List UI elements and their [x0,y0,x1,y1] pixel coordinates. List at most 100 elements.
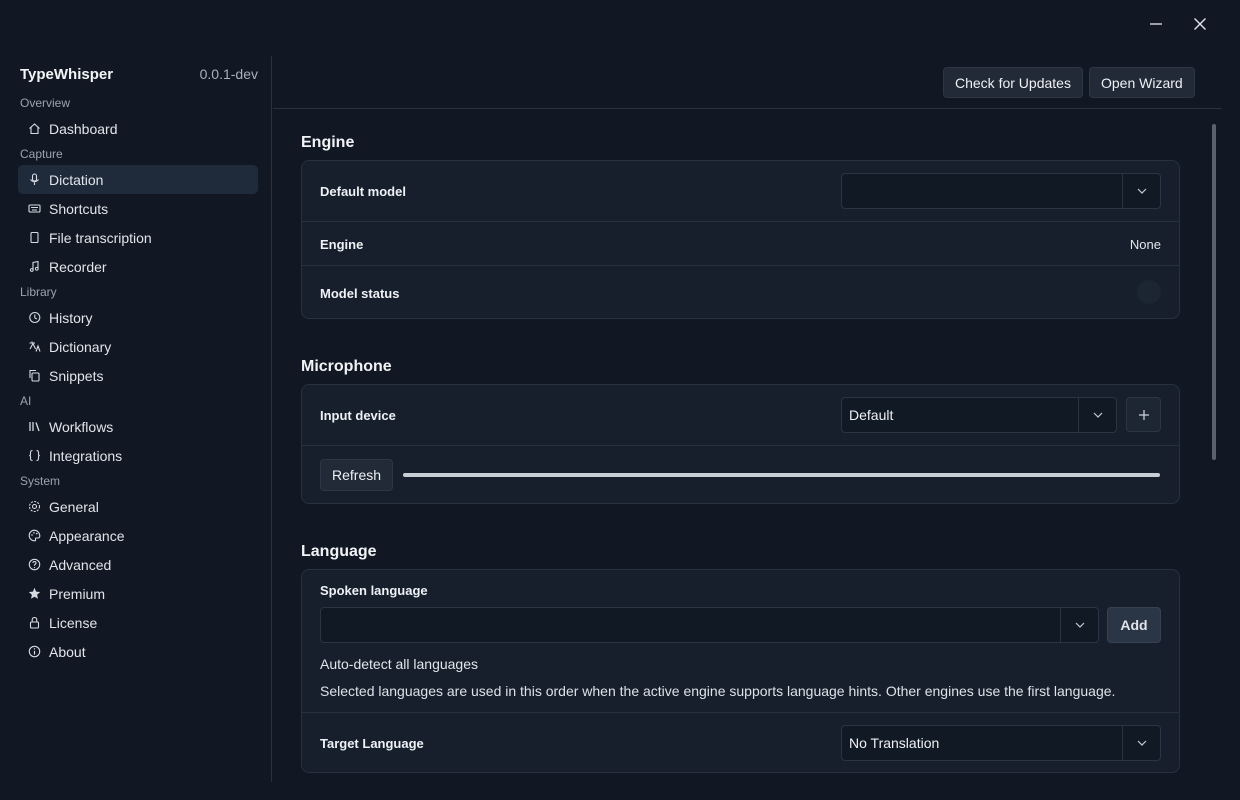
language-section-title: Language [301,543,377,560]
engine-label: Engine [320,237,364,252]
open-wizard-button[interactable]: Open Wizard [1089,67,1195,98]
sidebar-item-label: History [49,309,93,326]
sidebar-item-premium[interactable]: Premium [18,579,258,608]
copy-icon [28,369,41,382]
palette-icon [28,529,41,542]
default-model-select[interactable] [841,173,1161,209]
input-level-meter [403,473,1160,477]
spoken-language-label: Spoken language [320,583,428,598]
sidebar-item-label: Dictionary [49,338,112,355]
sidebar-item-dashboard[interactable]: Dashboard [18,114,258,143]
gear-icon [28,500,41,513]
sidebar-item-about[interactable]: About [18,637,258,666]
sidebar-item-label: Workflows [49,418,114,435]
add-device-button[interactable] [1126,397,1161,432]
sidebar-item-label: Snippets [49,367,104,384]
sidebar-item-label: Advanced [49,556,112,573]
sidebar-item-integrations[interactable]: Integrations [18,441,258,470]
translate-icon [28,340,41,353]
nav-group-capture: Capture [20,147,63,161]
sidebar-item-label: General [49,498,99,515]
braces-icon [28,449,41,462]
spoken-language-row: Spoken language Add Auto-detect all lang… [302,570,1179,712]
plus-icon [1138,409,1149,420]
input-device-select[interactable]: Default [841,397,1117,433]
sidebar-item-recorder[interactable]: Recorder [18,252,258,281]
sidebar-item-label: Premium [49,585,106,602]
brand: TypeWhisper 0.0.1-dev [20,66,258,83]
sidebar-item-dictation[interactable]: Dictation [18,165,258,194]
keyboard-icon [28,202,41,215]
sidebar: TypeWhisper 0.0.1-dev Overview Dashboard C… [0,56,272,782]
check-for-updates-button[interactable]: Check for Updates [943,67,1083,98]
sidebar-item-label: Dictation [49,171,104,188]
home-icon [28,122,41,135]
sidebar-item-label: Dashboard [49,120,118,137]
model-status-indicator [1137,280,1161,304]
lock-icon [28,616,41,629]
engine-row: Engine None [302,221,1179,265]
content-scrollbar[interactable] [1212,124,1216,460]
engine-section-title: Engine [301,134,355,151]
close-button[interactable] [1186,10,1214,38]
sidebar-item-workflows[interactable]: Workflows [18,412,258,441]
target-language-label: Target Language [320,736,424,751]
language-card: Spoken language Add Auto-detect all lang… [301,569,1180,773]
target-language-select[interactable]: No Translation [841,725,1161,761]
sidebar-item-label: Appearance [49,527,125,544]
sidebar-item-label: About [49,643,86,660]
input-device-row: Input device Default [302,385,1179,445]
microphone-section-title: Microphone [301,358,392,375]
star-icon [28,587,41,600]
refresh-row: Refresh [302,445,1179,504]
sidebar-item-history[interactable]: History [18,303,258,332]
sidebar-item-file-transcription[interactable]: File transcription [18,223,258,252]
default-model-label: Default model [320,184,406,199]
help-circle-icon [28,558,41,571]
file-icon [28,231,41,244]
default-model-row: Default model [302,161,1179,221]
refresh-button[interactable]: Refresh [320,459,394,491]
sidebar-item-label: License [49,614,98,631]
sidebar-item-appearance[interactable]: Appearance [18,521,258,550]
info-icon [28,645,41,658]
input-device-value: Default [849,407,894,423]
sidebar-item-label: File transcription [49,229,152,246]
nav-group-ai: AI [20,394,32,408]
nav-group-library: Library [20,285,57,299]
target-language-row: Target Language No Translation [302,712,1179,773]
chevron-down-icon [1122,174,1160,208]
sidebar-item-general[interactable]: General [18,492,258,521]
app-version: 0.0.1-dev [199,66,258,82]
top-bar: Check for Updates Open Wizard [273,56,1222,109]
sidebar-nav: Overview Dashboard Capture Dictation Shortcu… [18,92,258,666]
chevron-down-icon [1060,608,1098,642]
chevron-down-icon [1122,726,1160,760]
close-icon [1194,18,1206,30]
sidebar-item-snippets[interactable]: Snippets [18,361,258,390]
sidebar-item-label: Integrations [49,447,123,464]
microphone-card: Input device Default Refresh [301,384,1180,504]
model-status-row: Model status [302,265,1179,319]
sidebar-item-label: Shortcuts [49,200,109,217]
add-language-button[interactable]: Add [1107,607,1161,643]
nav-group-overview: Overview [20,96,71,110]
nav-group-system: System [20,474,61,488]
minimize-icon [1150,23,1162,25]
microphone-icon [28,173,41,186]
library-icon [28,420,41,433]
sidebar-item-label: Recorder [49,258,107,275]
model-status-label: Model status [320,286,400,301]
chevron-down-icon [1078,398,1116,432]
sidebar-item-dictionary[interactable]: Dictionary [18,332,258,361]
spoken-language-select[interactable] [320,607,1099,643]
engine-value: None [1129,237,1161,252]
app-name: TypeWhisper [20,66,114,83]
input-device-label: Input device [320,408,396,423]
sidebar-item-license[interactable]: License [18,608,258,637]
target-language-value: No Translation [849,735,940,751]
sidebar-item-shortcuts[interactable]: Shortcuts [18,194,258,223]
language-hint-text: Selected languages are used in this orde… [320,683,1116,699]
sidebar-item-advanced[interactable]: Advanced [18,550,258,579]
minimize-button[interactable] [1142,10,1170,38]
